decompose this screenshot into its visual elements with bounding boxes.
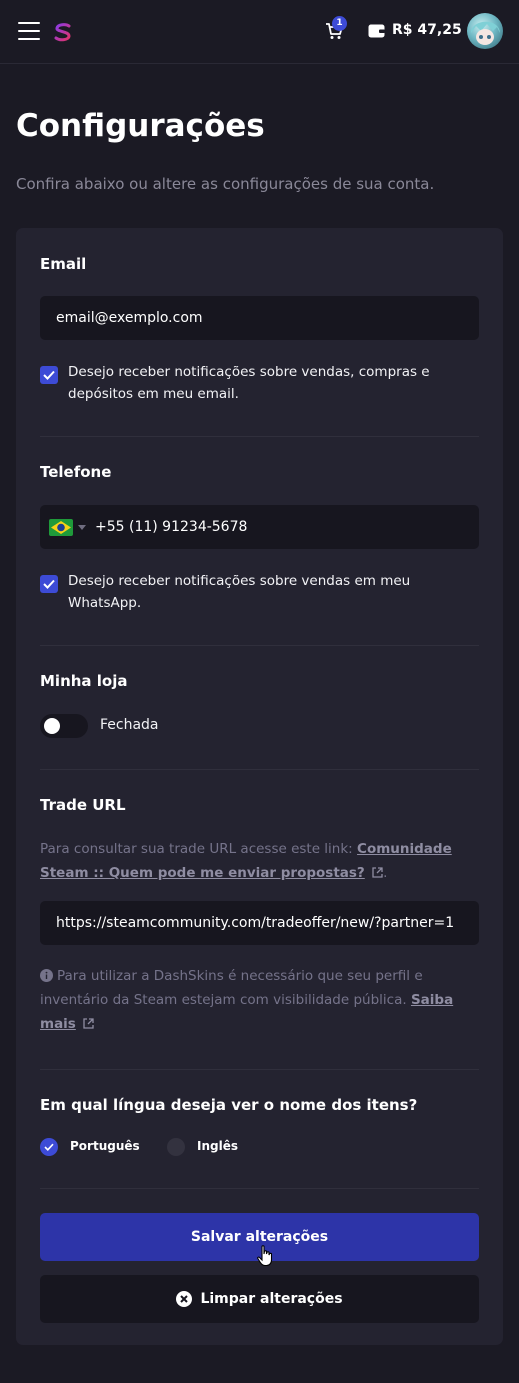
divider <box>40 1069 479 1070</box>
phone-field[interactable]: +55 (11) 91234-5678 <box>40 505 479 549</box>
toggle-knob <box>44 718 60 734</box>
email-value: email@exemplo.com <box>56 310 203 326</box>
divider <box>40 769 479 770</box>
clear-button[interactable]: Limpar alterações <box>40 1275 479 1323</box>
phone-notify-label: Desejo receber notificações sobre vendas… <box>68 573 411 611</box>
divider <box>40 645 479 646</box>
settings-card: Email email@exemplo.com Desejo receber n… <box>16 228 503 1345</box>
check-icon <box>44 1143 54 1151</box>
radio-english[interactable] <box>167 1138 185 1156</box>
email-notify-checkbox[interactable] <box>40 366 58 384</box>
email-notify-label: Desejo receber notificações sobre vendas… <box>68 364 430 402</box>
trade-info-text: Para utilizar a DashSkins é necessário q… <box>40 968 454 1032</box>
page-subtitle: Confira abaixo ou altere as configuraçõe… <box>16 175 435 193</box>
email-section-title: Email <box>40 255 87 273</box>
learn-more-link[interactable]: Saiba <box>411 992 453 1008</box>
learn-more-link-cont[interactable]: mais <box>40 1016 76 1032</box>
cart-count-badge: 1 <box>332 16 347 31</box>
avatar-image <box>471 21 500 45</box>
phone-notify-checkbox[interactable] <box>40 575 58 593</box>
wallet-balance[interactable]: R$ 47,25 <box>392 22 462 38</box>
close-circle-icon <box>176 1291 193 1307</box>
steam-link[interactable]: Comunidade <box>357 841 452 857</box>
country-selector[interactable] <box>40 518 86 536</box>
store-status: Fechada <box>100 717 159 733</box>
steam-link-cont[interactable]: Steam :: Quem pode me enviar propostas? <box>40 865 365 881</box>
external-link-icon[interactable] <box>372 867 383 878</box>
store-section-title: Minha loja <box>40 672 128 690</box>
save-button-label: Salvar alterações <box>190 1229 329 1245</box>
check-icon <box>43 370 55 380</box>
trade-section-title: Trade URL <box>40 796 126 814</box>
radio-english-label[interactable]: Inglês <box>197 1139 238 1153</box>
top-bar: 1 R$ 47,25 <box>0 0 519 64</box>
radio-portuguese[interactable] <box>40 1138 58 1156</box>
phone-section-title: Telefone <box>40 463 112 481</box>
store-toggle[interactable] <box>40 714 88 738</box>
trade-url-value: https://steamcommunity.com/tradeoffer/ne… <box>56 915 455 931</box>
brazil-flag-icon <box>49 518 73 536</box>
chevron-down-icon <box>78 524 86 530</box>
avatar[interactable] <box>467 13 503 49</box>
info-icon <box>40 969 53 982</box>
logo-icon[interactable] <box>52 20 74 44</box>
divider <box>40 436 479 437</box>
language-section-title: Em qual língua deseja ver o nome dos ite… <box>40 1096 418 1114</box>
email-field[interactable]: email@exemplo.com <box>40 296 479 340</box>
menu-icon[interactable] <box>18 22 40 42</box>
page-title: Configurações <box>16 108 265 144</box>
check-icon <box>43 579 55 589</box>
trade-help-text: Para consultar sua trade URL acesse este… <box>40 841 452 881</box>
radio-portuguese-label[interactable]: Português <box>70 1139 140 1153</box>
wallet-icon <box>368 24 385 38</box>
trade-url-field[interactable]: https://steamcommunity.com/tradeoffer/ne… <box>40 901 479 945</box>
external-link-icon[interactable] <box>83 1018 94 1029</box>
clear-button-label: Limpar alterações <box>200 1291 343 1307</box>
phone-value: +55 (11) 91234-5678 <box>95 519 248 535</box>
hand-cursor-icon <box>257 1245 273 1267</box>
divider <box>40 1188 479 1189</box>
